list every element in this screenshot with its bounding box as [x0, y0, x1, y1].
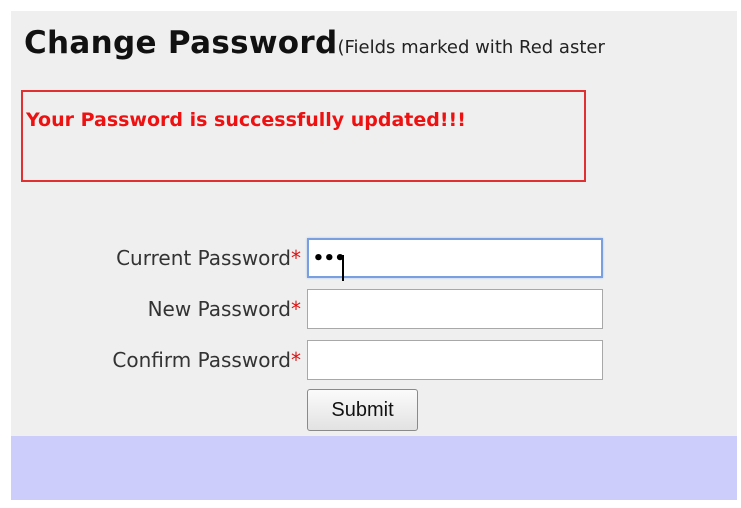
- success-message-box: Your Password is successfully updated!!!: [21, 90, 586, 182]
- page-header: Change Password(Fields marked with Red a…: [24, 25, 605, 61]
- required-fields-note: (Fields marked with Red aster: [337, 37, 605, 58]
- required-asterisk: *: [291, 246, 301, 270]
- new-password-label: New Password*: [147, 297, 301, 321]
- text-cursor: [342, 255, 344, 281]
- current-password-input[interactable]: [307, 238, 603, 278]
- page-title: Change Password: [24, 25, 338, 61]
- required-asterisk: *: [291, 348, 301, 372]
- new-password-input[interactable]: [307, 289, 603, 329]
- footer-band: [11, 436, 737, 500]
- current-password-label: Current Password*: [116, 246, 301, 270]
- required-asterisk: *: [291, 297, 301, 321]
- success-message: Your Password is successfully updated!!!: [26, 109, 466, 131]
- change-password-panel: Change Password(Fields marked with Red a…: [11, 11, 737, 436]
- submit-button[interactable]: Submit: [307, 389, 418, 431]
- confirm-password-input[interactable]: [307, 340, 603, 380]
- confirm-password-label: Confirm Password*: [112, 348, 301, 372]
